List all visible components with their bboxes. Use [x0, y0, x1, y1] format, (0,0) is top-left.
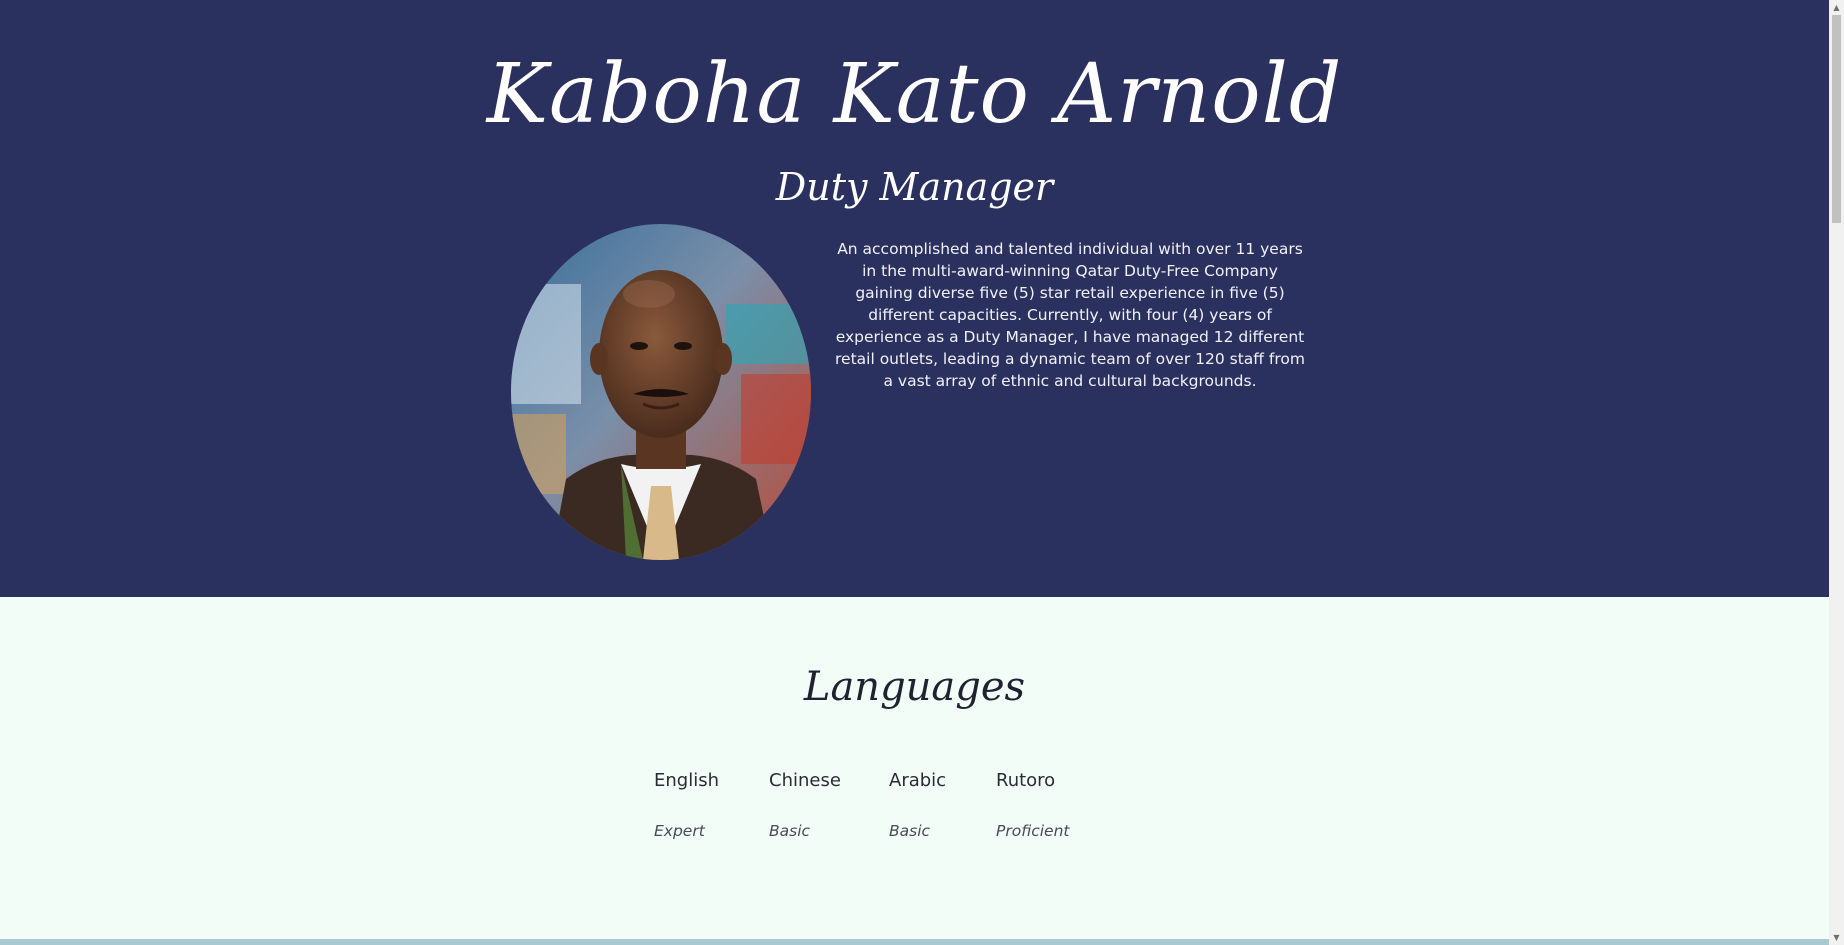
bio-paragraph: An accomplished and talented individual … — [835, 240, 1305, 390]
language-item-chinese: Chinese Basic — [769, 770, 841, 840]
language-item-english: English Expert — [654, 770, 719, 840]
scrollbar-thumb[interactable] — [1832, 15, 1841, 223]
vertical-scrollbar[interactable]: ▲ ▼ — [1829, 0, 1844, 945]
language-level: Basic — [889, 821, 931, 840]
language-name: Rutoro — [996, 770, 1056, 791]
language-name: Arabic — [889, 770, 947, 791]
language-name: English — [654, 770, 719, 791]
language-level: Expert — [654, 821, 705, 840]
language-item-rutoro: Rutoro Proficient — [996, 770, 1069, 840]
profile-photo-image — [511, 224, 811, 560]
language-name: Chinese — [769, 770, 841, 791]
hero-section: Kaboha Kato Arnold Duty Manager An accom… — [0, 0, 1829, 597]
scroll-up-arrow-icon[interactable]: ▲ — [1829, 0, 1844, 15]
resume-page: Kaboha Kato Arnold Duty Manager An accom… — [0, 0, 1829, 945]
scroll-down-arrow-icon[interactable]: ▼ — [1829, 930, 1844, 945]
job-title: Duty Manager — [775, 165, 1054, 209]
profile-photo — [511, 224, 811, 560]
next-section-edge — [0, 939, 1829, 945]
language-level: Basic — [769, 821, 811, 840]
language-list: English Expert Chinese Basic Arabic Basi… — [0, 770, 1829, 870]
person-name: Kaboha Kato Arnold — [486, 47, 1343, 142]
language-item-arabic: Arabic Basic — [889, 770, 946, 840]
languages-title: Languages — [803, 664, 1026, 710]
browser-viewport: Kaboha Kato Arnold Duty Manager An accom… — [0, 0, 1844, 945]
language-level: Proficient — [996, 821, 1070, 840]
